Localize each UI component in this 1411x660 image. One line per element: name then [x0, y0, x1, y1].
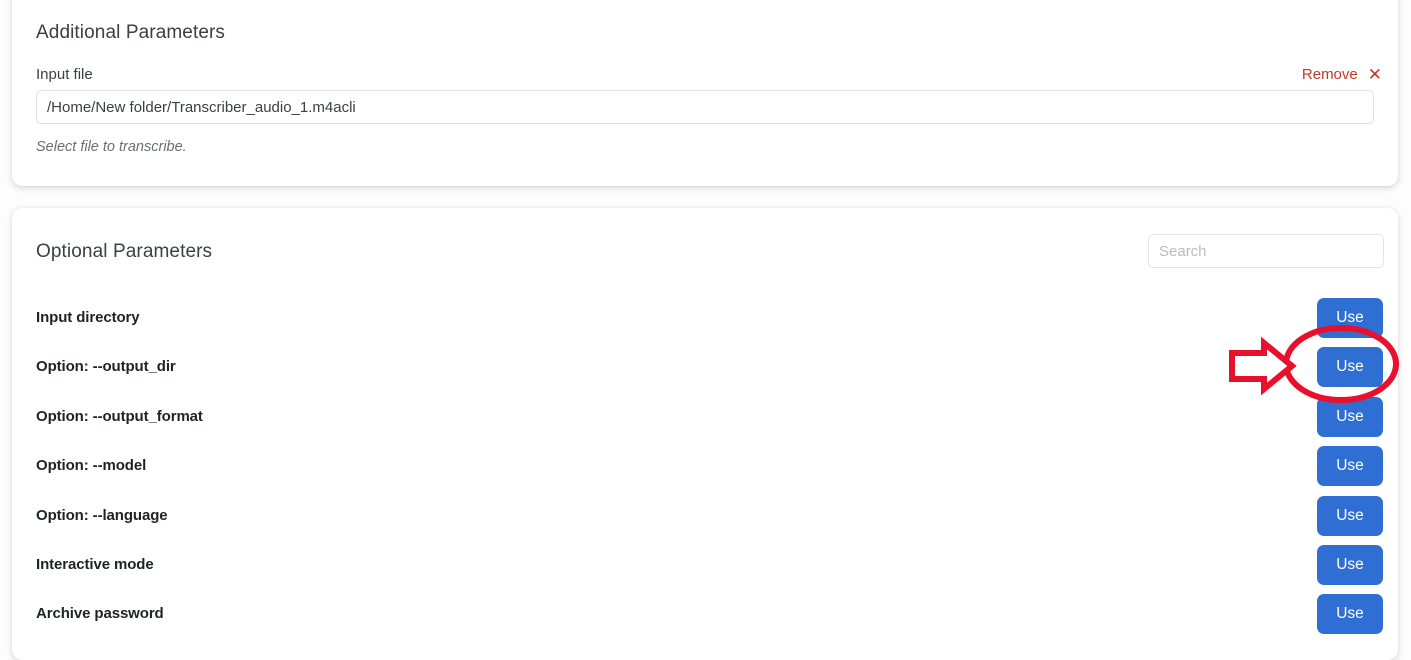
option-row-label: Archive password: [36, 605, 164, 623]
option-row: Interactive mode Use: [12, 544, 1398, 594]
option-row-label: Option: --output_dir: [36, 358, 176, 376]
option-row-label: Option: --output_format: [36, 407, 203, 425]
use-button[interactable]: Use: [1317, 298, 1383, 338]
remove-input-file-button[interactable]: Remove ✕: [1302, 66, 1382, 83]
optional-parameters-card: Optional Parameters Input directoryUseOp…: [12, 208, 1398, 660]
use-button[interactable]: Use: [1317, 396, 1383, 437]
use-button[interactable]: Use: [1317, 347, 1383, 388]
search-input[interactable]: [1148, 234, 1384, 268]
remove-label: Remove: [1301, 66, 1358, 83]
use-button[interactable]: Use: [1317, 446, 1383, 487]
close-icon[interactable]: ✕: [1368, 66, 1382, 83]
option-row-label: Interactive mode: [36, 555, 154, 573]
page-root: Additional Parameters Input file Remove …: [0, 0, 1411, 660]
additional-parameters-title: Additional Parameters: [36, 22, 226, 43]
option-row: Option: --output_dir Use: [12, 347, 1398, 396]
use-button[interactable]: Use: [1317, 544, 1383, 585]
input-file-field[interactable]: [36, 90, 1374, 124]
option-row: Option: --model Use: [12, 446, 1398, 495]
use-button[interactable]: Use: [1317, 495, 1383, 536]
option-row-label: Input directory: [36, 309, 140, 326]
optional-parameters-list: Input directory Use Option: --output_dir Us…: [12, 298, 1398, 644]
option-row: Option: --language Use: [12, 495, 1398, 545]
option-row-label: Option: --language: [36, 506, 168, 524]
optional-parameters-title: Optional Parameters: [36, 241, 213, 262]
use-button[interactable]: Use: [1317, 594, 1383, 635]
input-file-help-text: Select file to transcribe.: [36, 139, 187, 155]
input-file-label: Input file: [36, 66, 93, 83]
option-row-label: Option: --model: [36, 457, 147, 475]
option-row: Input directory Use: [12, 298, 1398, 347]
option-row: Archive password Use: [12, 594, 1398, 643]
option-row: Option: --output_format Use: [12, 396, 1398, 446]
additional-parameters-card: Additional Parameters Input file Remove …: [12, 0, 1398, 186]
